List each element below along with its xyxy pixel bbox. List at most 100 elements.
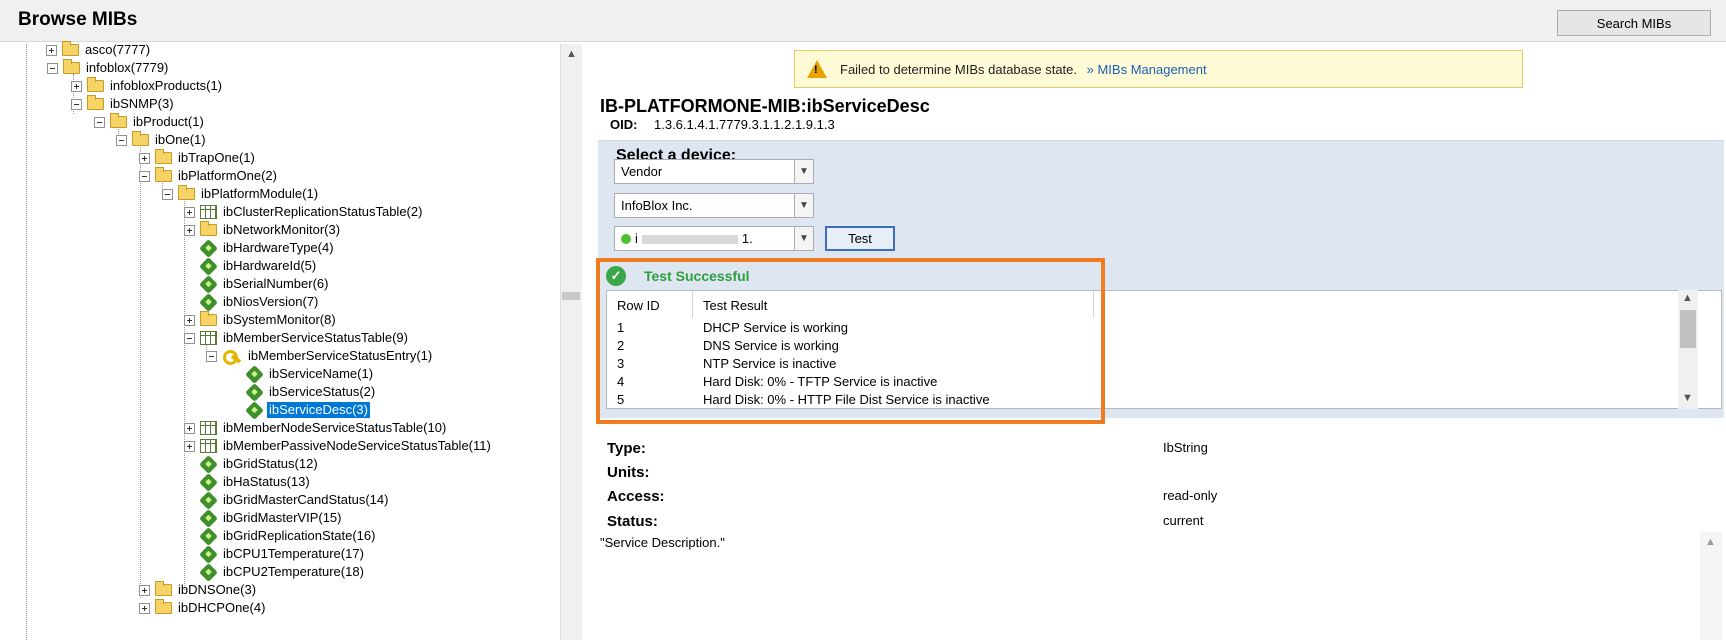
expand-icon[interactable] bbox=[139, 602, 150, 614]
tree-node[interactable]: ibMemberServiceStatusEntry(1) bbox=[206, 347, 434, 365]
expand-icon[interactable] bbox=[139, 152, 150, 164]
tree-node[interactable]: ibMemberPassiveNodeServiceStatusTable(11… bbox=[184, 437, 493, 455]
expand-icon[interactable] bbox=[46, 44, 57, 56]
collapse-icon[interactable] bbox=[162, 188, 173, 200]
tree-node-label[interactable]: ibClusterReplicationStatusTable(2) bbox=[221, 204, 424, 220]
tree-node-label[interactable]: ibNetworkMonitor(3) bbox=[221, 222, 342, 238]
expand-icon[interactable] bbox=[184, 314, 195, 326]
tree-node-label[interactable]: ibOne(1) bbox=[153, 132, 208, 148]
tree-node-label[interactable]: ibMemberPassiveNodeServiceStatusTable(11… bbox=[221, 438, 493, 454]
tree-node[interactable]: ibProduct(1) bbox=[94, 113, 206, 131]
tree-node-label[interactable]: ibDNSOne(3) bbox=[176, 582, 258, 598]
expand-icon[interactable] bbox=[139, 584, 150, 596]
scroll-up-icon[interactable]: ▲ bbox=[1705, 536, 1716, 548]
tree-node[interactable]: ibOne(1) bbox=[116, 131, 208, 149]
tree-node[interactable]: ibSystemMonitor(8) bbox=[184, 311, 338, 329]
tree-node[interactable]: ibCPU2Temperature(18) bbox=[184, 562, 366, 582]
tree-node[interactable]: ibDNSOne(3) bbox=[139, 581, 258, 599]
tree-node-label[interactable]: ibTrapOne(1) bbox=[176, 150, 257, 166]
tree-node-label[interactable]: ibServiceDesc(3) bbox=[267, 402, 370, 418]
tree-node-label[interactable]: ibHardwareId(5) bbox=[221, 258, 318, 274]
tree-node-label[interactable]: ibServiceName(1) bbox=[267, 366, 375, 382]
tree-node-label[interactable]: infobloxProducts(1) bbox=[108, 78, 224, 94]
tree-node[interactable]: ibTrapOne(1) bbox=[139, 149, 257, 167]
tree-node-label[interactable]: ibSerialNumber(6) bbox=[221, 276, 330, 292]
expand-icon[interactable] bbox=[184, 440, 195, 452]
tree-node-label[interactable]: infoblox(7779) bbox=[84, 60, 170, 76]
tree-node[interactable]: ibGridMasterCandStatus(14) bbox=[184, 490, 390, 510]
collapse-icon[interactable] bbox=[184, 332, 195, 344]
tree-node[interactable]: ibClusterReplicationStatusTable(2) bbox=[184, 203, 424, 221]
tree-node-label[interactable]: ibServiceStatus(2) bbox=[267, 384, 377, 400]
tree-node[interactable]: ibHaStatus(13) bbox=[184, 472, 312, 492]
tree-node[interactable]: ibCPU1Temperature(17) bbox=[184, 544, 366, 564]
tree-node[interactable]: infobloxProducts(1) bbox=[71, 77, 224, 95]
tree-node-label[interactable]: ibHardwareType(4) bbox=[221, 240, 336, 256]
expand-icon[interactable] bbox=[71, 80, 82, 92]
tree-node[interactable]: ibServiceName(1) bbox=[230, 364, 375, 384]
tree-node[interactable]: ibHardwareId(5) bbox=[184, 256, 318, 276]
tree-node-label[interactable]: ibGridReplicationState(16) bbox=[221, 528, 377, 544]
tree-node-label[interactable]: ibMemberServiceStatusEntry(1) bbox=[246, 348, 434, 364]
tree-node-label[interactable]: ibGridStatus(12) bbox=[221, 456, 320, 472]
tree-node[interactable]: ibServiceStatus(2) bbox=[230, 382, 377, 402]
tree-node[interactable]: ibPlatformModule(1) bbox=[162, 185, 320, 203]
tree-node[interactable]: ibGridMasterVIP(15) bbox=[184, 508, 343, 528]
tree-node-label[interactable]: ibPlatformOne(2) bbox=[176, 168, 279, 184]
tree-node[interactable]: ibSNMP(3) bbox=[71, 95, 176, 113]
tree-node[interactable]: ibPlatformOne(2) bbox=[139, 167, 279, 185]
collapse-icon[interactable] bbox=[116, 134, 127, 146]
tree-node[interactable]: ibSerialNumber(6) bbox=[184, 274, 330, 294]
panel-splitter[interactable] bbox=[560, 44, 582, 640]
tree-node[interactable]: ibMemberNodeServiceStatusTable(10) bbox=[184, 419, 448, 437]
tree-node-label[interactable]: ibGridMasterCandStatus(14) bbox=[221, 492, 390, 508]
tree-node-label[interactable]: ibProduct(1) bbox=[131, 114, 206, 130]
tree-node-label[interactable]: ibSNMP(3) bbox=[108, 96, 176, 112]
collapse-icon[interactable] bbox=[47, 62, 58, 74]
test-button[interactable]: Test bbox=[825, 226, 895, 251]
scroll-up-icon[interactable]: ▲ bbox=[1682, 292, 1693, 304]
tree-node[interactable]: infoblox(7779) bbox=[47, 59, 170, 77]
tree-node[interactable]: ibServiceDesc(3) bbox=[230, 400, 370, 420]
tree-node-label[interactable]: ibNiosVersion(7) bbox=[221, 294, 320, 310]
tree-node-label[interactable]: ibHaStatus(13) bbox=[221, 474, 312, 490]
tree-node-label[interactable]: ibMemberNodeServiceStatusTable(10) bbox=[221, 420, 448, 436]
tree-node-label[interactable]: ibMemberServiceStatusTable(9) bbox=[221, 330, 410, 346]
collapse-icon[interactable] bbox=[94, 116, 105, 128]
tree-node[interactable]: ibDHCPOne(4) bbox=[139, 599, 267, 617]
tree-node[interactable]: asco(7777) bbox=[46, 41, 152, 59]
tree-node-label[interactable]: ibCPU2Temperature(18) bbox=[221, 564, 366, 580]
leaf-icon bbox=[199, 490, 218, 510]
vendor-name-dropdown[interactable]: InfoBlox Inc. ▼ bbox=[614, 193, 814, 218]
expand-icon[interactable] bbox=[184, 206, 195, 218]
table-scrollbar-thumb[interactable] bbox=[1680, 310, 1696, 348]
mibs-management-link[interactable]: » MIBs Management bbox=[1087, 62, 1207, 77]
tree-node[interactable]: ibNetworkMonitor(3) bbox=[184, 221, 342, 239]
chevron-down-icon[interactable]: ▼ bbox=[794, 194, 813, 217]
expand-icon[interactable] bbox=[184, 422, 195, 434]
expand-icon[interactable] bbox=[184, 224, 195, 236]
tree-node[interactable]: ibGridStatus(12) bbox=[184, 454, 320, 474]
scroll-up-icon[interactable]: ▲ bbox=[566, 48, 577, 60]
tree-node-label[interactable]: ibDHCPOne(4) bbox=[176, 600, 267, 616]
description-scrollbar[interactable] bbox=[1700, 532, 1722, 640]
collapse-icon[interactable] bbox=[71, 98, 82, 110]
collapse-icon[interactable] bbox=[139, 170, 150, 182]
tree-node-label[interactable]: ibSystemMonitor(8) bbox=[221, 312, 338, 328]
vendor-dropdown[interactable]: Vendor ▼ bbox=[614, 159, 814, 184]
tree-node[interactable]: ibHardwareType(4) bbox=[184, 238, 336, 258]
scroll-down-icon[interactable]: ▼ bbox=[1682, 392, 1693, 404]
chevron-down-icon[interactable]: ▼ bbox=[794, 160, 813, 183]
chevron-down-icon[interactable]: ▼ bbox=[794, 227, 813, 250]
device-dropdown[interactable]: i 1. ▼ bbox=[614, 226, 814, 251]
tree-node[interactable]: ibGridReplicationState(16) bbox=[184, 526, 377, 546]
collapse-icon[interactable] bbox=[206, 350, 217, 362]
tree-node-label[interactable]: ibPlatformModule(1) bbox=[199, 186, 320, 202]
splitter-grip[interactable] bbox=[562, 292, 580, 300]
tree-node-label[interactable]: ibCPU1Temperature(17) bbox=[221, 546, 366, 562]
search-mibs-button[interactable]: Search MIBs bbox=[1557, 10, 1711, 36]
tree-node-label[interactable]: asco(7777) bbox=[83, 42, 152, 58]
tree-node-label[interactable]: ibGridMasterVIP(15) bbox=[221, 510, 343, 526]
tree-node[interactable]: ibMemberServiceStatusTable(9) bbox=[184, 329, 410, 347]
tree-node[interactable]: ibNiosVersion(7) bbox=[184, 292, 320, 312]
